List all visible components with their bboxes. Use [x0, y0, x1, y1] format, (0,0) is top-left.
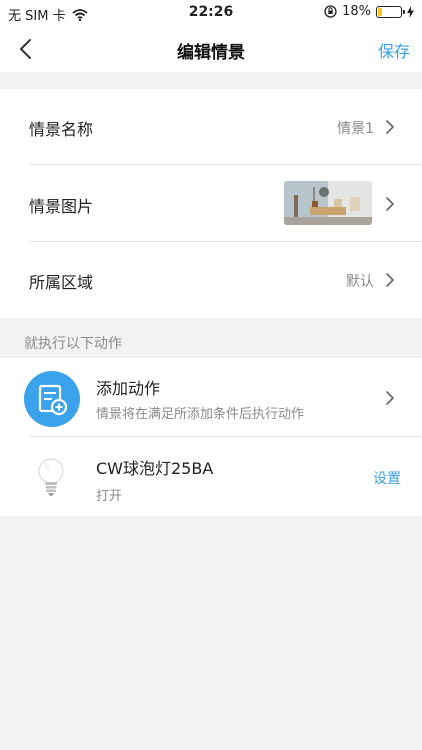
scene-name-row[interactable]: 情景名称 情景1	[0, 89, 422, 165]
scene-image-row[interactable]: 情景图片	[0, 165, 422, 242]
add-action-subtitle: 情景将在满足所添加条件后执行动作	[96, 407, 305, 422]
chevron-right-icon	[386, 197, 394, 211]
save-button[interactable]: 保存	[378, 38, 410, 62]
chevron-right-icon	[386, 391, 394, 405]
battery-fill	[378, 7, 382, 16]
actions-section: 添加动作 情景将在满足所添加条件后执行动作 CW球泡灯25BA 打开 设置	[0, 358, 422, 516]
light-bulb-icon	[38, 458, 64, 496]
battery-icon	[376, 5, 405, 18]
scene-area-row[interactable]: 所属区域 默认	[0, 242, 422, 318]
rotation-lock-icon	[324, 5, 337, 18]
scene-name-label: 情景名称	[29, 120, 94, 139]
status-bar: 无 SIM 卡 22:26 18%	[0, 0, 422, 26]
scene-area-label: 所属区域	[29, 273, 94, 292]
add-action-icon	[24, 371, 80, 427]
chevron-right-icon	[386, 120, 394, 134]
device-name: CW球泡灯25BA	[96, 459, 214, 478]
status-right: 18%	[324, 4, 414, 19]
device-settings-button[interactable]: 设置	[373, 468, 401, 488]
charging-icon	[407, 5, 414, 18]
page-title: 编辑情景	[177, 43, 245, 63]
nav-bar: 编辑情景 保存	[0, 26, 422, 72]
add-action-title: 添加动作	[96, 379, 161, 398]
scene-name-value: 情景1	[337, 121, 374, 137]
scene-area-value: 默认	[346, 274, 374, 290]
scene-settings-section: 情景名称 情景1 情景图片 所属区域 默认	[0, 89, 422, 318]
device-state: 打开	[96, 489, 123, 504]
scene-image-label: 情景图片	[29, 197, 94, 216]
add-action-row[interactable]: 添加动作 情景将在满足所添加条件后执行动作	[0, 358, 422, 437]
scene-image-thumbnail[interactable]	[284, 181, 372, 225]
chevron-right-icon	[386, 273, 394, 287]
battery-percent: 18%	[342, 4, 371, 19]
actions-section-header: 就执行以下动作	[24, 336, 122, 352]
add-list-icon	[38, 384, 68, 416]
